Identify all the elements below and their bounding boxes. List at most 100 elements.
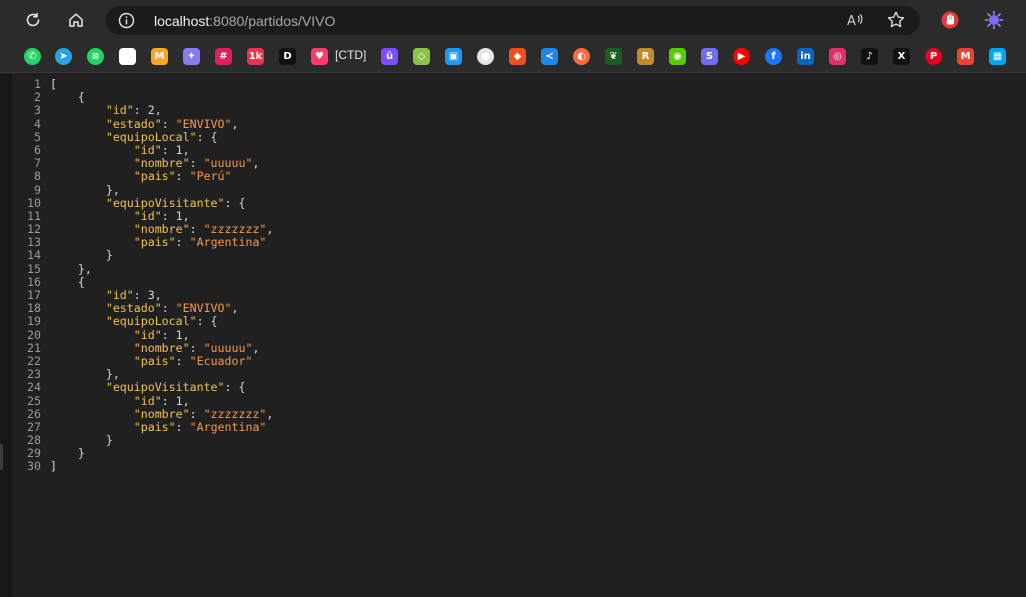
bookmark-dev-icon[interactable]: D <box>279 48 296 65</box>
home-icon <box>69 13 83 27</box>
json-punct: , <box>252 156 260 171</box>
bookmark-heart-icon[interactable]: ♥ <box>311 48 328 65</box>
line-content: "id": 3, <box>50 288 162 302</box>
bookmark-r-letter-icon[interactable]: R <box>637 48 654 65</box>
url-text[interactable]: localhost:8080/partidos/VIVO <box>154 13 335 29</box>
json-key: "pais" <box>133 235 176 250</box>
bookmark-u-badge-icon[interactable]: ū <box>381 48 398 65</box>
reload-button[interactable] <box>20 7 46 33</box>
bookmark-owl-icon[interactable]: ◉ <box>669 48 686 65</box>
bookmark-gemini-icon[interactable]: ✦ <box>183 48 200 65</box>
line-content: "pais": "Argentina" <box>50 235 267 250</box>
bookmark-badge-1k-icon[interactable]: 1k <box>247 48 264 65</box>
json-string: "uuuuu" <box>203 156 253 171</box>
bookmark-pinterest-icon[interactable]: P <box>925 48 942 65</box>
json-key: "estado" <box>105 301 162 316</box>
line-content: "pais": "Perú" <box>50 169 232 183</box>
bookmark-spotify-icon[interactable]: ≋ <box>87 48 104 65</box>
json-punct: ] <box>50 459 57 474</box>
json-punct: : <box>175 169 190 184</box>
line-content: "pais": "Ecuador" <box>50 354 253 368</box>
bookmark-vscode-icon[interactable]: ≺ <box>541 48 558 65</box>
line-content: { <box>50 275 85 289</box>
line-number: 10 <box>27 195 41 210</box>
json-key: "equipoVisitante" <box>105 380 225 395</box>
bookmark-leaf-icon[interactable]: ❦ <box>605 48 622 65</box>
json-key: "nombre" <box>133 340 190 355</box>
line-content: }, <box>50 183 120 197</box>
bookmark-microsoft-icon[interactable]: ▦ <box>989 48 1006 65</box>
json-punct: }, <box>77 261 92 276</box>
bookmark-chatgpt-icon[interactable]: ✿ <box>119 48 136 65</box>
bookmark-linkedin-icon[interactable]: in <box>797 48 814 65</box>
bookmark-whatsapp-icon[interactable]: ✆ <box>24 48 41 65</box>
line-content: "id": 2, <box>50 103 162 117</box>
bookmark-instagram-icon[interactable]: ◎ <box>829 48 846 65</box>
extension-hand-button[interactable] <box>937 7 963 33</box>
line-number: 5 <box>34 129 41 144</box>
line-number: 15 <box>27 261 41 276</box>
json-string: "zzzzzzz" <box>203 406 267 421</box>
json-punct: : <box>189 406 204 421</box>
json-punct: { <box>77 90 85 105</box>
json-key: "equipoLocal" <box>105 314 197 329</box>
json-key: "id" <box>133 142 162 157</box>
json-punct: : <box>161 208 176 223</box>
json-punct: : { <box>224 380 246 395</box>
bookmark-telegram-icon[interactable]: ➤ <box>55 48 72 65</box>
line-content: "equipoLocal": { <box>50 314 218 328</box>
bookmark-mediamarkt-icon[interactable]: M <box>151 48 168 65</box>
bookmark-tiktok-icon[interactable]: ♪ <box>861 48 878 65</box>
bookmark-ring-icon[interactable]: ◐ <box>573 48 590 65</box>
bookmark-figma-icon[interactable]: ◆ <box>509 48 526 65</box>
json-punct: : <box>161 116 176 131</box>
json-number: 1 <box>175 393 183 408</box>
bookmark-github-icon[interactable]: ● <box>477 48 494 65</box>
json-number: 3 <box>147 288 155 302</box>
line-content: "equipoVisitante": { <box>50 380 246 395</box>
json-number: 1 <box>175 208 183 223</box>
url-host: localhost <box>154 13 210 29</box>
bookmark-slack-icon[interactable]: # <box>215 48 232 65</box>
bookmark-youtube-icon[interactable]: ▶ <box>733 48 750 65</box>
bookmark-x-icon[interactable]: X <box>893 48 910 65</box>
line-number: 14 <box>27 248 41 263</box>
json-string: "zzzzzzz" <box>203 222 267 237</box>
line-content: } <box>50 446 85 460</box>
bookmark-facebook-icon[interactable]: f <box>765 48 782 65</box>
json-punct: , <box>231 116 239 131</box>
bookmark-gmail-icon[interactable]: M <box>957 48 974 65</box>
line-number: 26 <box>27 406 41 421</box>
json-punct: , <box>182 393 190 408</box>
json-punct: }, <box>105 182 120 197</box>
json-punct: : <box>161 142 176 157</box>
line-number: 24 <box>27 380 41 395</box>
star-icon[interactable] <box>886 10 906 30</box>
line-content: }, <box>50 262 92 276</box>
json-punct: : <box>161 301 176 316</box>
bookmark-ctd[interactable]: [CTD] <box>335 48 366 62</box>
line-content: "id": 1, <box>50 394 190 408</box>
line-content: "estado": "ENVIVO", <box>50 301 239 316</box>
info-icon[interactable] <box>118 12 135 29</box>
home-button[interactable] <box>63 7 89 33</box>
json-key: "id" <box>105 103 134 118</box>
json-line: 30] <box>12 460 273 473</box>
json-key: "estado" <box>105 116 162 131</box>
bookmark-s-letter-icon[interactable]: S <box>701 48 718 65</box>
line-number: 2 <box>34 90 41 105</box>
json-punct: : <box>189 156 204 171</box>
json-punct: : { <box>196 314 218 329</box>
line-content: "id": 1, <box>50 328 190 342</box>
line-content: "nombre": "zzzzzzz", <box>50 406 274 421</box>
line-content: }, <box>50 367 120 381</box>
left-gutter <box>0 74 12 597</box>
bookmark-board-icon[interactable]: ▣ <box>445 48 462 65</box>
json-key: "nombre" <box>133 222 190 237</box>
extension-gear-button[interactable] <box>981 7 1007 33</box>
bookmark-diamond-icon[interactable]: ◇ <box>413 48 430 65</box>
json-punct: , <box>154 288 162 302</box>
address-bar[interactable]: localhost:8080/partidos/VIVO A <box>106 6 920 35</box>
read-aloud-icon[interactable]: A <box>846 11 864 29</box>
side-panel-handle[interactable] <box>0 444 3 470</box>
